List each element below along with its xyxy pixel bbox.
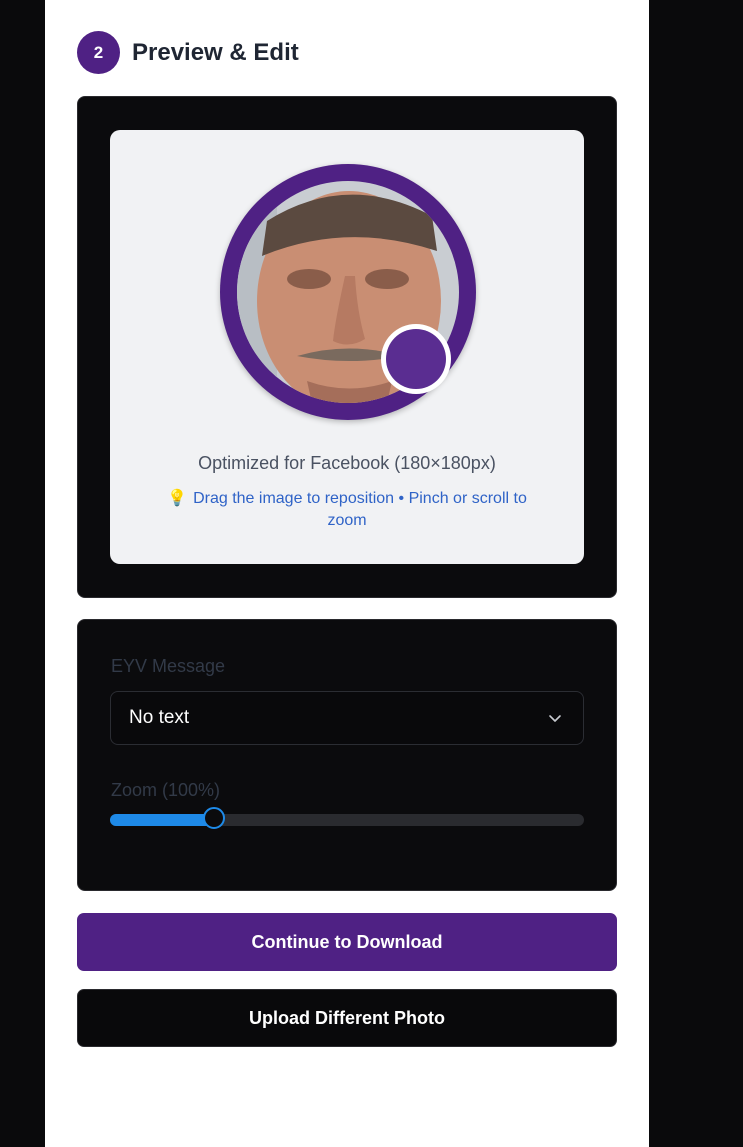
step-number-badge: 2 (77, 31, 120, 74)
optimized-size-text: Optimized for Facebook (180×180px) (198, 453, 496, 473)
preview-card: Optimized for Facebook (180×180px) 💡 Drag… (77, 96, 617, 598)
preview-area: Optimized for Facebook (180×180px) 💡 Drag… (110, 130, 584, 564)
message-select-value: No text (129, 707, 190, 728)
chevron-down-icon (549, 715, 561, 722)
upload-different-photo-button[interactable]: Upload Different Photo (77, 989, 617, 1047)
lightbulb-icon: 💡 (167, 490, 188, 507)
zoom-slider-thumb[interactable] (203, 807, 225, 829)
app-page: 2 Preview & Edit Optimized for Facebook … (45, 0, 649, 1147)
hint-text: Drag the image to reposition • Pinch or … (193, 490, 527, 529)
avatar-preview[interactable] (220, 164, 476, 420)
message-select[interactable]: No text (110, 691, 584, 745)
zoom-slider[interactable] (110, 807, 584, 829)
eyv-voice-badge-icon (381, 324, 451, 394)
continue-to-download-button[interactable]: Continue to Download (77, 913, 617, 971)
reposition-hint: 💡 Drag the image to reposition • Pinch or… (150, 488, 544, 532)
controls-card: EYV Message No text Zoom (100%) (77, 619, 617, 891)
step-title: Preview & Edit (132, 38, 299, 66)
message-label: EYV Message (111, 656, 226, 676)
step-header: 2 Preview & Edit (77, 31, 299, 74)
zoom-label: Zoom (100%) (111, 780, 221, 800)
zoom-slider-fill (110, 814, 214, 826)
